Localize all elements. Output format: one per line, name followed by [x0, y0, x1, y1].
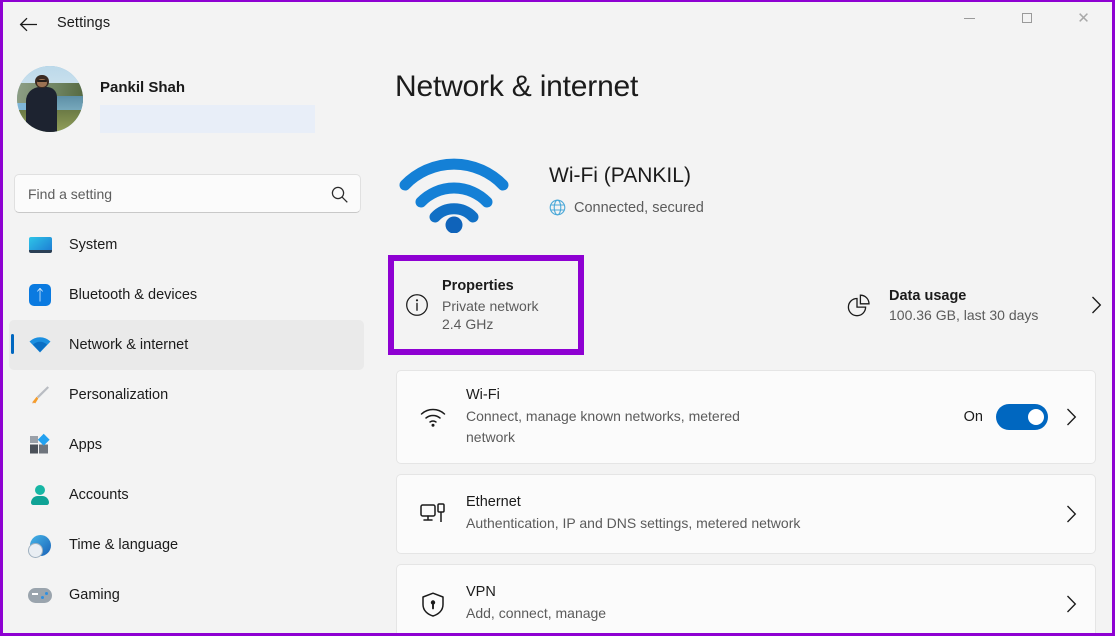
setting-card-vpn[interactable]: VPN Add, connect, manage [396, 564, 1096, 633]
bluetooth-icon: ᛏ [27, 282, 53, 308]
gamepad-icon [27, 582, 53, 608]
card-subtitle: Add, connect, manage [466, 605, 607, 622]
chevron-right-icon[interactable] [1066, 595, 1077, 613]
sidebar-item-label: Bluetooth & devices [69, 287, 198, 303]
card-subtitle: Connect, manage known networks, metered … [466, 408, 740, 445]
sidebar-item-accounts[interactable]: Accounts [9, 470, 364, 520]
card-title: VPN [466, 584, 496, 601]
properties-title: Properties [442, 278, 514, 294]
data-usage-value: 100.36 GB, last 30 days [889, 306, 1039, 323]
sidebar-item-system[interactable]: System [9, 220, 364, 270]
avatar [17, 66, 83, 132]
network-status: Wi-Fi (PANKIL) Connected, secured [394, 147, 1094, 243]
network-status-text: Connected, secured [574, 199, 704, 216]
properties-band: 2.4 GHz [442, 316, 494, 332]
quick-links-row: Properties Private network 2.4 GHz Data … [388, 255, 1108, 357]
profile-email-redacted [100, 105, 315, 133]
setting-card-wifi[interactable]: Wi-Fi Connect, manage known networks, me… [396, 370, 1096, 464]
properties-network-type: Private network [442, 298, 539, 314]
close-icon[interactable]: ✕ [1060, 2, 1107, 34]
back-arrow-icon[interactable] [11, 8, 45, 40]
profile-name: Pankil Shah [100, 79, 186, 96]
vpn-shield-icon [419, 590, 447, 618]
info-circle-icon [405, 293, 429, 317]
wifi-toggle-label: On [963, 409, 983, 425]
sidebar-item-label: Time & language [69, 537, 179, 553]
sidebar-item-label: Personalization [69, 387, 169, 403]
page-title: Network & internet [395, 70, 639, 103]
sidebar-item-gaming[interactable]: Gaming [9, 570, 364, 620]
card-subtitle: Authentication, IP and DNS settings, met… [466, 515, 801, 532]
data-usage-title: Data usage [889, 287, 967, 304]
clock-globe-icon [27, 532, 53, 558]
sidebar-item-label: Accounts [69, 487, 129, 503]
sidebar-item-bluetooth-devices[interactable]: ᛏ Bluetooth & devices [9, 270, 364, 320]
sidebar-item-personalization[interactable]: Personalization [9, 370, 364, 420]
sidebar-item-network-internet[interactable]: Network & internet [9, 320, 364, 370]
sidebar-item-label: Apps [69, 437, 103, 453]
sidebar-nav: System ᛏ Bluetooth & devices Network & i… [3, 220, 384, 620]
user-profile[interactable]: Pankil Shah [17, 63, 317, 135]
accounts-person-icon [27, 482, 53, 508]
properties-card[interactable]: Properties Private network 2.4 GHz [388, 255, 584, 355]
title-bar: Settings ✕ [3, 2, 1112, 47]
network-name: Wi-Fi (PANKIL) [549, 164, 691, 187]
main-content: Network & internet Wi-Fi (PANKIL) Connec… [384, 47, 1112, 633]
wifi-icon [419, 403, 447, 431]
settings-window: Settings ✕ Pankil Shah Find a setting Sy… [3, 2, 1112, 633]
paintbrush-icon [27, 382, 53, 408]
chevron-right-icon[interactable] [1066, 505, 1077, 523]
card-title: Ethernet [466, 494, 521, 511]
search-placeholder: Find a setting [28, 186, 113, 202]
sidebar-item-time-language[interactable]: Time & language [9, 520, 364, 570]
pie-chart-icon [844, 291, 872, 319]
wifi-toggle[interactable] [996, 404, 1048, 430]
ethernet-icon [419, 500, 447, 528]
apps-icon [27, 432, 53, 458]
setting-card-ethernet[interactable]: Ethernet Authentication, IP and DNS sett… [396, 474, 1096, 554]
network-wifi-icon [27, 332, 53, 358]
sidebar-item-apps[interactable]: Apps [9, 420, 364, 470]
sidebar-item-label: Network & internet [69, 337, 189, 353]
chevron-right-icon[interactable] [1066, 408, 1077, 426]
search-icon [330, 185, 349, 204]
maximize-icon[interactable] [1003, 2, 1050, 34]
search-input[interactable]: Find a setting [14, 174, 361, 213]
wifi-signal-icon [399, 155, 509, 234]
minimize-icon[interactable] [946, 2, 993, 34]
sidebar-item-label: Gaming [69, 587, 120, 603]
sidebar-item-label: System [69, 237, 118, 253]
sidebar: Pankil Shah Find a setting System ᛏ Blue… [3, 47, 384, 633]
card-title: Wi-Fi [466, 387, 500, 404]
network-status-row: Connected, secured [549, 199, 704, 216]
system-icon [27, 232, 53, 258]
chevron-right-icon[interactable] [1091, 296, 1102, 314]
window-title: Settings [57, 15, 111, 31]
data-usage-card[interactable]: Data usage 100.36 GB, last 30 days [844, 275, 1102, 335]
globe-icon [549, 199, 566, 216]
